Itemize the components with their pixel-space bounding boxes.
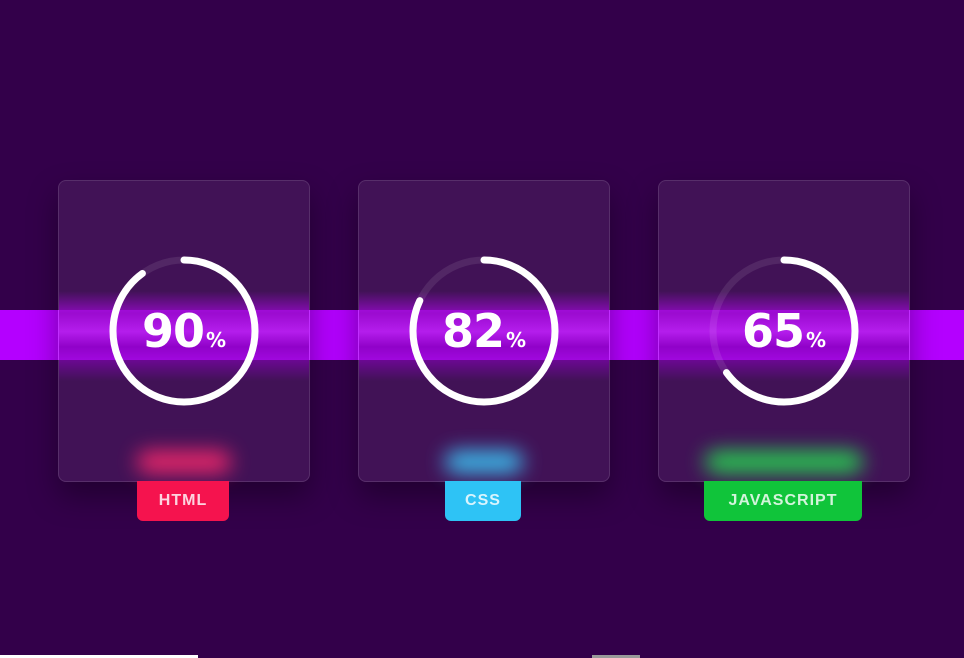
percentage-number: 65 [741,304,805,358]
skill-label-badge: JAVASCRIPT [704,481,862,521]
skills-showcase: 90% HTML 82% CSS 65% JAVASCRIPT [0,0,964,658]
percentage-value: 65% [709,256,859,406]
percentage-value: 82% [409,256,559,406]
skill-label-badge: CSS [445,481,521,521]
label-glow [137,451,231,473]
percentage-unit: % [505,328,527,352]
percentage-unit: % [805,328,827,352]
skill-card-css: 82% CSS [358,180,610,521]
percentage-value: 90% [109,256,259,406]
skill-card-javascript: 65% JAVASCRIPT [658,180,910,521]
percentage-number: 90 [141,304,205,358]
percentage-number: 82 [441,304,505,358]
percentage-unit: % [205,328,227,352]
skill-card-html: 90% HTML [58,180,310,521]
skill-label-badge: HTML [137,481,229,521]
label-glow [705,451,863,473]
label-glow [445,451,523,473]
